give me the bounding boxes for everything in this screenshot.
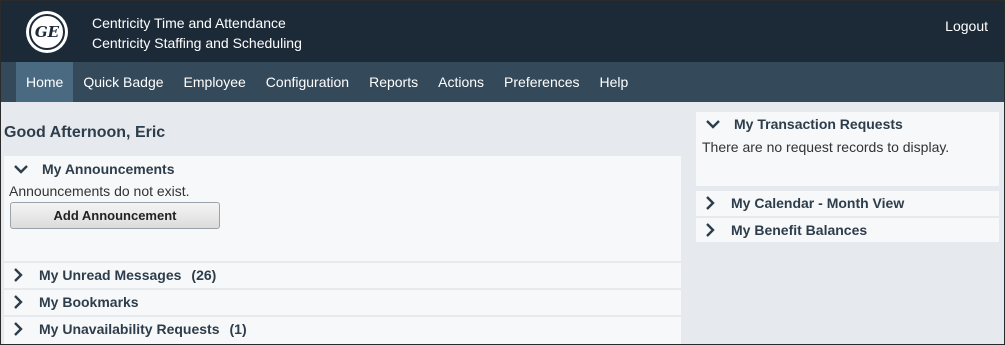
- unavailability-count: (1): [229, 321, 247, 337]
- transaction-requests-title: My Transaction Requests: [734, 116, 903, 132]
- transaction-requests-header[interactable]: My Transaction Requests: [704, 115, 903, 133]
- app-title-line2: Centricity Staffing and Scheduling: [92, 35, 302, 51]
- unread-messages-title: My Unread Messages: [39, 267, 182, 283]
- calendar-panel[interactable]: My Calendar - Month View: [696, 191, 999, 216]
- chevron-right-icon: [701, 194, 719, 212]
- announcements-header[interactable]: My Announcements: [12, 160, 175, 178]
- unavailability-header[interactable]: My Unavailability Requests (1): [9, 320, 247, 338]
- nav-reports[interactable]: Reports: [359, 62, 428, 102]
- logout-link[interactable]: Logout: [945, 18, 988, 34]
- unread-messages-header[interactable]: My Unread Messages (26): [9, 266, 216, 284]
- right-column: My Transaction Requests There are no req…: [691, 102, 1004, 344]
- left-column: Good Afternoon, Eric My Announcements An…: [1, 102, 691, 344]
- bookmarks-header[interactable]: My Bookmarks: [9, 293, 139, 311]
- nav-configuration[interactable]: Configuration: [256, 62, 359, 102]
- unread-messages-panel[interactable]: My Unread Messages (26): [4, 263, 681, 288]
- chevron-down-icon: [704, 115, 722, 133]
- nav-quick-badge[interactable]: Quick Badge: [73, 62, 173, 102]
- announcements-empty-text: Announcements do not exist.: [9, 183, 190, 199]
- ge-logo[interactable]: GE: [26, 11, 68, 53]
- unavailability-title: My Unavailability Requests: [39, 321, 220, 337]
- nav-help[interactable]: Help: [590, 62, 639, 102]
- nav-employee[interactable]: Employee: [174, 62, 256, 102]
- announcements-panel: My Announcements Announcements do not ex…: [4, 156, 681, 261]
- app-title-line1: Centricity Time and Attendance: [92, 15, 286, 31]
- app-header: GE Centricity Time and Attendance Centri…: [1, 1, 1004, 62]
- nav-home[interactable]: Home: [16, 62, 74, 102]
- app-titles: Centricity Time and Attendance Centricit…: [92, 13, 302, 53]
- unread-messages-count: (26): [191, 267, 217, 283]
- calendar-title: My Calendar - Month View: [731, 195, 905, 211]
- nav-preferences[interactable]: Preferences: [494, 62, 589, 102]
- ge-logo-mark: GE: [29, 14, 65, 50]
- benefit-balances-header[interactable]: My Benefit Balances: [701, 221, 867, 239]
- chevron-right-icon: [9, 266, 27, 284]
- unavailability-panel[interactable]: My Unavailability Requests (1): [4, 317, 681, 344]
- add-announcement-button[interactable]: Add Announcement: [10, 202, 220, 229]
- bookmarks-panel[interactable]: My Bookmarks: [4, 290, 681, 315]
- transaction-requests-empty-text: There are no request records to display.: [702, 139, 950, 155]
- bookmarks-title: My Bookmarks: [39, 294, 139, 310]
- main-nav: Home Quick Badge Employee Configuration …: [1, 62, 1004, 102]
- chevron-right-icon: [9, 293, 27, 311]
- benefit-balances-panel[interactable]: My Benefit Balances: [696, 218, 999, 242]
- calendar-header[interactable]: My Calendar - Month View: [701, 194, 904, 212]
- nav-actions[interactable]: Actions: [428, 62, 494, 102]
- chevron-right-icon: [9, 320, 27, 338]
- transaction-requests-panel: My Transaction Requests There are no req…: [696, 112, 999, 186]
- greeting: Good Afternoon, Eric: [4, 124, 166, 141]
- app-window: GE Centricity Time and Attendance Centri…: [0, 0, 1005, 345]
- chevron-down-icon: [12, 160, 30, 178]
- announcements-title: My Announcements: [42, 161, 175, 177]
- benefit-balances-title: My Benefit Balances: [731, 222, 868, 238]
- chevron-right-icon: [701, 221, 719, 239]
